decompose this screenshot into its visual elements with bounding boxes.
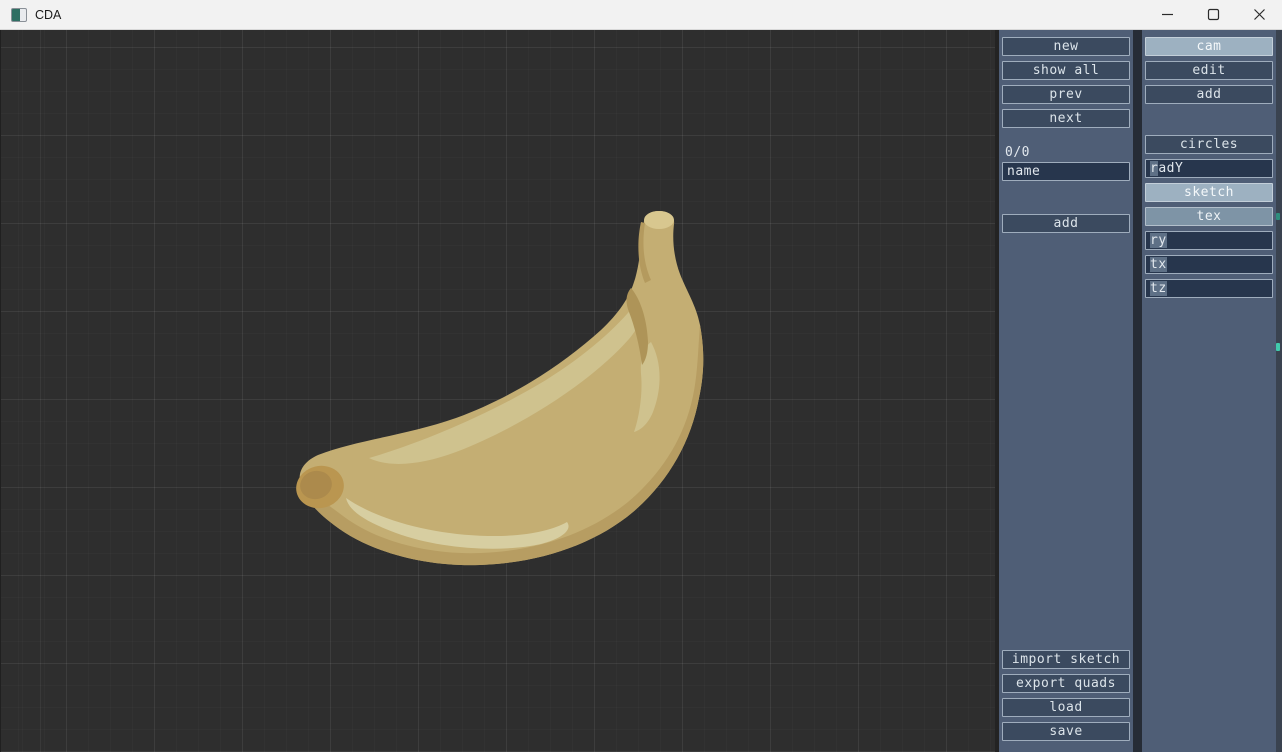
prev-button[interactable]: prev (1002, 85, 1130, 104)
export-quads-button[interactable]: export quads (1002, 674, 1130, 693)
app-window: CDA (0, 0, 1282, 752)
counter-label: 0/0 (1002, 145, 1130, 160)
rady-input[interactable]: radY (1145, 159, 1273, 178)
ry-input[interactable]: ry (1145, 231, 1273, 250)
edit-button[interactable]: edit (1145, 61, 1273, 80)
minimize-button[interactable] (1144, 0, 1190, 29)
teal-tick-marker (1276, 343, 1280, 351)
teal-tick-marker (1276, 213, 1280, 220)
ry-selected-text: ry (1150, 233, 1167, 248)
import-sketch-button[interactable]: import sketch (1002, 650, 1130, 669)
load-button[interactable]: load (1002, 698, 1130, 717)
close-icon (1253, 8, 1266, 21)
circles-button[interactable]: circles (1145, 135, 1273, 154)
right-edge-strip[interactable] (1276, 30, 1282, 752)
name-input[interactable] (1002, 162, 1130, 181)
add-mode-button[interactable]: add (1145, 85, 1273, 104)
rady-selected-text: r (1150, 161, 1158, 176)
titlebar[interactable]: CDA (0, 0, 1282, 30)
show-all-button[interactable]: show all (1002, 61, 1130, 80)
tx-input[interactable]: tx (1145, 255, 1273, 274)
properties-panel: cam edit add circles radY sketch tex ry … (1142, 30, 1276, 752)
panel-divider (1133, 30, 1142, 752)
tz-input[interactable]: tz (1145, 279, 1273, 298)
next-button[interactable]: next (1002, 109, 1130, 128)
maximize-button[interactable] (1190, 0, 1236, 29)
viewport-canvas[interactable] (0, 30, 995, 752)
sketch-button[interactable]: sketch (1145, 183, 1273, 202)
close-button[interactable] (1236, 0, 1282, 29)
tex-button[interactable]: tex (1145, 207, 1273, 226)
banana-illustration (1, 30, 995, 752)
tx-selected-text: tx (1150, 257, 1167, 272)
add-button[interactable]: add (1002, 214, 1130, 233)
tz-selected-text: tz (1150, 281, 1167, 296)
minimize-icon (1161, 8, 1174, 21)
new-button[interactable]: new (1002, 37, 1130, 56)
window-controls (1144, 0, 1282, 29)
save-button[interactable]: save (1002, 722, 1130, 741)
maximize-icon (1207, 8, 1220, 21)
cam-button[interactable]: cam (1145, 37, 1273, 56)
app-image-icon (11, 8, 27, 22)
tools-panel: new show all prev next 0/0 add import sk… (999, 30, 1133, 752)
rady-rest-text: adY (1158, 161, 1183, 176)
window-title: CDA (35, 8, 61, 22)
